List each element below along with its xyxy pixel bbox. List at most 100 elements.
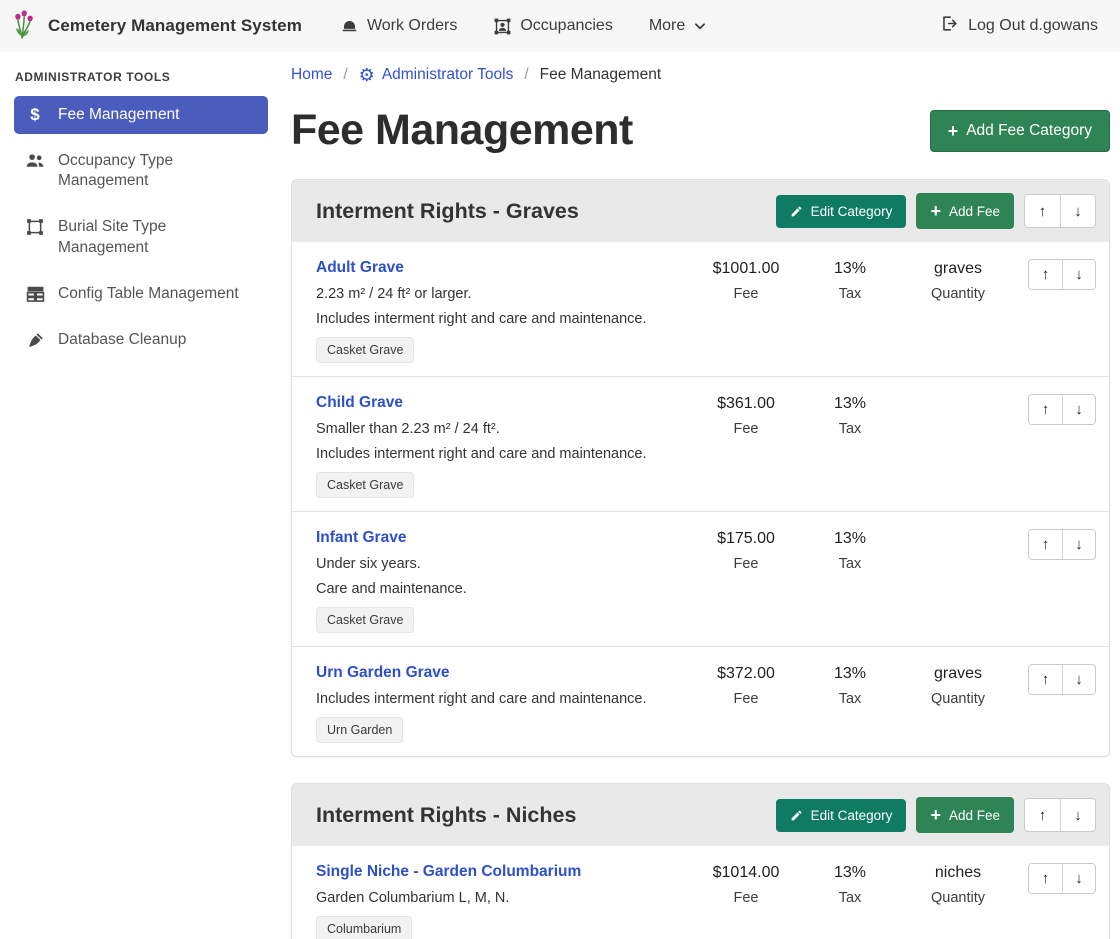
fee-tag: Casket Grave [316,337,414,363]
category-header: Interment Rights - Graves Edit Category … [292,180,1109,242]
frame-corners-icon [24,218,46,236]
plus-icon: + [948,122,959,140]
app-title: Cemetery Management System [48,16,302,36]
breadcrumb-admin-tools-link[interactable]: ⚙ Administrator Tools [359,66,514,84]
up-arrow-icon: ↑ [1042,266,1050,283]
category-rows: Single Niche - Garden Columbarium Garden… [292,846,1109,939]
move-fee-up-button[interactable]: ↑ [1029,665,1062,694]
fee-column: $361.00 Fee [694,394,798,437]
sidebar-item-database-cleanup[interactable]: Database Cleanup [14,321,268,359]
add-fee-button[interactable]: + Add Fee [916,193,1014,229]
quantity-label: Quantity [902,691,1014,707]
broom-icon [24,331,46,350]
down-arrow-icon: ↓ [1074,807,1082,824]
fee-name-link[interactable]: Adult Grave [316,259,404,277]
category-reorder-group: ↑ ↓ [1024,194,1096,228]
move-fee-down-button[interactable]: ↓ [1062,260,1095,289]
pencil-icon [790,809,803,822]
move-category-up-button[interactable]: ↑ [1025,195,1060,227]
plus-icon: + [930,202,941,220]
sidebar-item-label: Database Cleanup [58,330,186,350]
add-fee-button[interactable]: + Add Fee [916,797,1014,833]
sidebar-item-fee-management[interactable]: $ Fee Management [14,96,268,134]
move-fee-down-button[interactable]: ↓ [1062,665,1095,694]
fee-category-card: Interment Rights - Niches Edit Category … [291,783,1110,939]
breadcrumb-home-link[interactable]: Home [291,66,332,84]
nav-work-orders-label: Work Orders [367,17,457,35]
move-fee-down-button[interactable]: ↓ [1062,530,1095,559]
move-fee-up-button[interactable]: ↑ [1029,260,1062,289]
fee-description: Includes interment right and care and ma… [316,691,684,707]
tulip-logo-icon [12,8,39,44]
breadcrumb-admin-tools-label: Administrator Tools [382,66,514,84]
table-icon [24,285,46,302]
quantity-column: graves Quantity [902,664,1014,707]
quantity-value: niches [902,864,1014,882]
edit-category-label: Edit Category [811,808,893,823]
nav-more-dropdown[interactable]: More [649,17,707,35]
fee-amount-label: Fee [694,890,798,906]
quantity-label: Quantity [902,286,1014,302]
move-fee-up-button[interactable]: ↑ [1029,530,1062,559]
move-category-up-button[interactable]: ↑ [1025,799,1060,831]
nav-links: Work Orders Occupancies More [340,17,707,36]
tax-label: Tax [798,556,902,572]
fee-name-link[interactable]: Child Grave [316,394,403,412]
fee-name-link[interactable]: Single Niche - Garden Columbarium [316,863,581,881]
sidebar-item-label: Occupancy Type Management [58,151,258,191]
fee-row: Urn Garden Grave Includes interment righ… [292,647,1109,756]
fee-row: Single Niche - Garden Columbarium Garden… [292,846,1109,939]
fee-name-link[interactable]: Infant Grave [316,529,406,547]
category-header: Interment Rights - Niches Edit Category … [292,784,1109,846]
fee-name-link[interactable]: Urn Garden Grave [316,664,450,682]
nav-occupancies[interactable]: Occupancies [493,17,613,36]
sidebar-item-label: Config Table Management [58,284,239,304]
sidebar-item-occupancy-type-management[interactable]: Occupancy Type Management [14,142,268,200]
fee-tag: Columbarium [316,916,412,939]
dollar-icon: $ [24,106,46,123]
down-arrow-icon: ↓ [1075,401,1083,418]
sidebar-item-config-table-management[interactable]: Config Table Management [14,275,268,313]
fee-description: Includes interment right and care and ma… [316,446,684,462]
categories: Interment Rights - Graves Edit Category … [291,179,1110,939]
move-fee-up-button[interactable]: ↑ [1029,395,1062,424]
up-arrow-icon: ↑ [1042,401,1050,418]
quantity-column: niches Quantity [902,863,1014,906]
move-category-down-button[interactable]: ↓ [1060,195,1095,227]
add-fee-label: Add Fee [949,204,1000,219]
nav-work-orders[interactable]: Work Orders [340,17,457,36]
fee-row: Child Grave Smaller than 2.23 m² / 24 ft… [292,377,1109,512]
tax-label: Tax [798,691,902,707]
sidebar-item-burial-site-type-management[interactable]: Burial Site Type Management [14,208,268,266]
fee-descriptions: Under six years.Care and maintenance. [316,556,684,597]
fee-reorder-group: ↑ ↓ [1028,664,1096,695]
fee-description: Garden Columbarium L, M, N. [316,890,684,906]
sidebar-heading: ADMINISTRATOR TOOLS [15,70,268,84]
edit-category-button[interactable]: Edit Category [776,799,907,832]
move-fee-up-button[interactable]: ↑ [1029,864,1062,893]
edit-category-button[interactable]: Edit Category [776,195,907,228]
quantity-label: Quantity [902,890,1014,906]
move-category-down-button[interactable]: ↓ [1060,799,1095,831]
add-fee-label: Add Fee [949,808,1000,823]
move-fee-down-button[interactable]: ↓ [1062,395,1095,424]
top-navbar: Cemetery Management System Work Orders [0,0,1120,52]
fee-reorder-group: ↑ ↓ [1028,863,1096,894]
fee-description: Care and maintenance. [316,581,684,597]
sidebar-item-label: Burial Site Type Management [58,217,258,257]
add-fee-category-button[interactable]: + Add Fee Category [930,110,1110,152]
hard-hat-icon [340,17,359,36]
tax-label: Tax [798,890,902,906]
tax-value: 13% [798,530,902,548]
chevron-down-icon [693,19,707,33]
fee-description: 2.23 m² / 24 ft² or larger. [316,286,684,302]
tax-column: 13% Tax [798,529,902,572]
app-brand[interactable]: Cemetery Management System [12,8,302,44]
move-fee-down-button[interactable]: ↓ [1062,864,1095,893]
up-arrow-icon: ↑ [1042,536,1050,553]
fee-amount: $175.00 [694,530,798,548]
tax-column: 13% Tax [798,863,902,906]
logout-link[interactable]: Log Out d.gowans [940,14,1098,38]
breadcrumb-separator: / [524,66,528,84]
tax-value: 13% [798,260,902,278]
